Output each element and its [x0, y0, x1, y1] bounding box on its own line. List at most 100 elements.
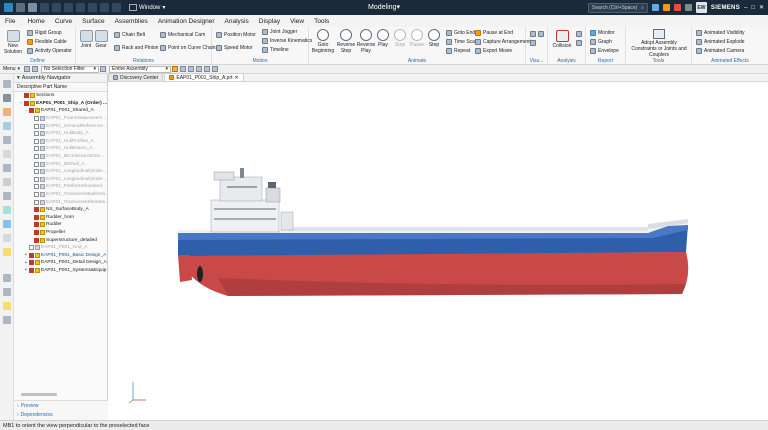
visibility-checkbox[interactable]: [34, 154, 39, 160]
tree-row[interactable]: Rudder: [14, 221, 107, 229]
tree-row[interactable]: EAP01_PlatformSheetand...: [14, 183, 107, 191]
joint-jogger-button[interactable]: Joint Jogger: [262, 29, 297, 35]
undo-icon[interactable]: [40, 3, 49, 12]
pause-at-end-button[interactable]: Pause at End: [475, 30, 513, 36]
visibility-checkbox[interactable]: [24, 93, 29, 99]
selection-option-icon-3[interactable]: [196, 66, 203, 72]
tree-row[interactable]: - EAP01_P001_Ship_A (Order) ...: [14, 100, 107, 108]
help-icon[interactable]: [651, 4, 659, 11]
highlight-icon[interactable]: [3, 302, 11, 310]
deselect-icon[interactable]: [32, 66, 39, 72]
goto-end-button[interactable]: Goto End: [446, 30, 475, 36]
repeat-command-icon[interactable]: [100, 3, 109, 12]
timeline-button[interactable]: Timeline: [262, 47, 289, 53]
chevron-down-icon[interactable]: ▾: [17, 75, 20, 81]
tree-row[interactable]: EAP01_IBShell_A: [14, 160, 107, 168]
envelope-button[interactable]: Envelope: [590, 48, 619, 54]
tree-row[interactable]: + EAP01_P001_Systems&Equip...: [14, 267, 107, 275]
tools-icon[interactable]: [3, 274, 11, 282]
system-materials-icon[interactable]: [3, 150, 11, 158]
visibility-checkbox[interactable]: [34, 161, 39, 167]
expand-toggle-icon[interactable]: +: [24, 267, 28, 273]
tree-row[interactable]: EAP01_HullBody_A: [14, 130, 107, 138]
menu-animation-designer[interactable]: Animation Designer: [153, 18, 220, 25]
preview-panel-toggle[interactable]: › Preview: [14, 401, 108, 410]
ship-model[interactable]: [108, 82, 768, 420]
graph-button[interactable]: Graph: [590, 39, 612, 45]
animated-explode-button[interactable]: Animated Explode: [696, 39, 745, 45]
capture-arrangement-button[interactable]: Capture Arrangement: [475, 39, 531, 45]
collision-button[interactable]: Collision: [550, 30, 574, 49]
graphics-viewport[interactable]: [108, 82, 768, 420]
speed-motor-button[interactable]: Speed Motor: [216, 45, 253, 51]
customize-icon[interactable]: [112, 3, 121, 12]
more-tools-icon[interactable]: [3, 316, 11, 324]
selection-filter-dropdown[interactable]: No Selection Filter ▾: [41, 65, 100, 73]
manufacturing-wizards-icon[interactable]: [3, 178, 11, 186]
animation-navigator-icon[interactable]: [3, 234, 11, 242]
close-icon[interactable]: ✕: [759, 4, 764, 11]
visibility-checkbox[interactable]: [34, 169, 39, 175]
visibility-checkbox[interactable]: [29, 245, 34, 251]
visibility-checkbox[interactable]: [34, 146, 39, 152]
assembly-navigator-icon[interactable]: [3, 80, 11, 88]
tree-row[interactable]: EAP01_P001_Grid_A: [14, 244, 107, 252]
tab-discovery-center[interactable]: Discovery Center: [108, 73, 164, 81]
maximize-icon[interactable]: □: [751, 5, 755, 11]
menu-display[interactable]: Display: [254, 18, 285, 25]
goto-beginning-button[interactable]: Goto Beginning: [311, 29, 335, 54]
paste-icon[interactable]: [88, 3, 97, 12]
tree-row[interactable]: Propeller: [14, 229, 107, 237]
measure-icon[interactable]: [576, 40, 582, 46]
tree-row[interactable]: Rudder_horn: [14, 214, 107, 222]
rigid-group-button[interactable]: Rigid Group: [27, 30, 62, 36]
visibility-checkbox[interactable]: [29, 108, 34, 114]
menu-curve[interactable]: Curve: [50, 18, 77, 25]
horizontal-scrollbar[interactable]: [21, 393, 57, 396]
expand-toggle-icon[interactable]: -: [24, 108, 28, 114]
flexible-cable-button[interactable]: Flexible Cable: [27, 39, 67, 45]
notification-icon[interactable]: [662, 4, 670, 11]
tree-row[interactable]: + EAP01_P001_Detail Design_A: [14, 259, 107, 267]
visibility-checkbox[interactable]: [34, 214, 39, 220]
cut-icon[interactable]: [64, 3, 73, 12]
menu-assemblies[interactable]: Assemblies: [110, 18, 153, 25]
history-icon[interactable]: [3, 136, 11, 144]
expand-toggle-icon[interactable]: +: [24, 252, 28, 258]
tree-row[interactable]: Sections: [14, 92, 107, 100]
save-icon[interactable]: [28, 3, 37, 12]
web-browser-icon[interactable]: [3, 220, 11, 228]
visibility-checkbox[interactable]: [34, 222, 39, 228]
settings-icon[interactable]: [684, 4, 692, 11]
feedback-icon[interactable]: [673, 4, 681, 11]
select-icon[interactable]: [24, 66, 31, 72]
tree-row[interactable]: EAP01_FrameDataAssem...: [14, 115, 107, 123]
command-search-input[interactable]: Search (Ctrl+Space) ⌕: [587, 2, 648, 13]
palette-icon[interactable]: [3, 248, 11, 256]
gear-button[interactable]: Gear: [89, 30, 113, 49]
measure-tool-icon[interactable]: [3, 288, 11, 296]
clearance-icon[interactable]: [576, 31, 582, 37]
tree-row[interactable]: + EAP01_P001_Basic Design_A: [14, 251, 107, 259]
rack-pinion-button[interactable]: Rack and Pinion: [114, 45, 158, 51]
tree-row[interactable]: EAP01_LongitudinalGirder...: [14, 176, 107, 184]
tree-row[interactable]: EAP01_HullBeams_A: [14, 145, 107, 153]
tree-row[interactable]: EAP01_LongitudinalGirder...: [14, 168, 107, 176]
visibility-checkbox[interactable]: [34, 207, 39, 213]
minimize-icon[interactable]: –: [744, 5, 747, 11]
reuse-library-icon[interactable]: [3, 122, 11, 130]
expand-toggle-icon[interactable]: -: [19, 100, 23, 106]
adopt-constraints-button[interactable]: Adopt Assembly Constraints or Joints and…: [628, 29, 690, 58]
point-on-curve-chain-button[interactable]: Point on Curve Chain: [160, 45, 216, 51]
copy-icon[interactable]: [76, 3, 85, 12]
new-solution-button[interactable]: New Solution: [1, 30, 25, 55]
animated-visibility-button[interactable]: Animated Visibility: [696, 30, 744, 36]
system-scenes-icon[interactable]: [3, 206, 11, 214]
visibility-checkbox[interactable]: [29, 260, 34, 266]
visibility-checkbox[interactable]: [34, 192, 39, 198]
inverse-kinematics-button[interactable]: Inverse Kinematics: [262, 38, 312, 44]
view-triad[interactable]: [128, 382, 146, 404]
menu-file[interactable]: File: [5, 18, 22, 25]
menu-surface[interactable]: Surface: [77, 18, 109, 25]
visibility-checkbox[interactable]: [34, 131, 39, 137]
